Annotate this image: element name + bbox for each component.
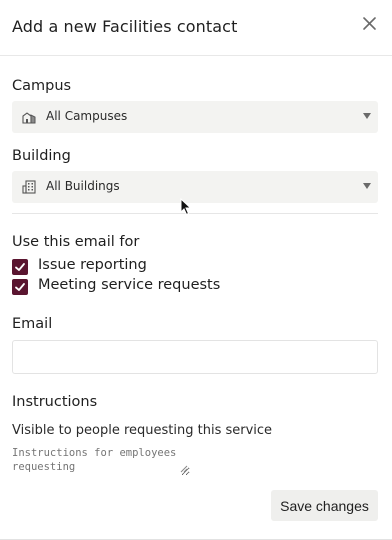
- meeting-service-checkbox[interactable]: [12, 279, 28, 295]
- checkmark-icon: [15, 283, 25, 291]
- chevron-down-icon: [363, 113, 371, 119]
- dialog-title: Add a new Facilities contact: [12, 17, 238, 36]
- campus-select[interactable]: All Campuses: [12, 101, 378, 133]
- issue-reporting-checkbox[interactable]: [12, 259, 28, 275]
- save-button[interactable]: Save changes: [271, 490, 378, 521]
- email-label: Email: [12, 316, 53, 332]
- campus-select-value: All Campuses: [46, 109, 128, 123]
- section-divider: [12, 213, 378, 214]
- campus-label: Campus: [12, 78, 72, 94]
- building-select-value: All Buildings: [46, 179, 120, 193]
- issue-reporting-label: Issue reporting: [38, 257, 147, 273]
- chevron-down-icon: [363, 183, 371, 189]
- instructions-sublabel: Visible to people requesting this servic…: [12, 423, 273, 438]
- contact-dialog: Add a new Facilities contact Campus All …: [0, 0, 392, 540]
- usage-label: Use this email for: [12, 234, 140, 250]
- building-select[interactable]: All Buildings: [12, 171, 378, 203]
- meeting-service-label: Meeting service requests: [38, 277, 221, 293]
- building-label: Building: [12, 148, 71, 164]
- close-icon: [363, 17, 376, 30]
- office-building-icon: [22, 180, 36, 194]
- campus-building-icon: [22, 112, 36, 124]
- checkmark-icon: [15, 263, 25, 271]
- dialog-header: Add a new Facilities contact: [0, 0, 392, 56]
- instructions-label: Instructions: [12, 394, 98, 410]
- instructions-textarea[interactable]: [12, 446, 190, 476]
- email-field[interactable]: [12, 340, 378, 374]
- close-button[interactable]: [360, 14, 380, 34]
